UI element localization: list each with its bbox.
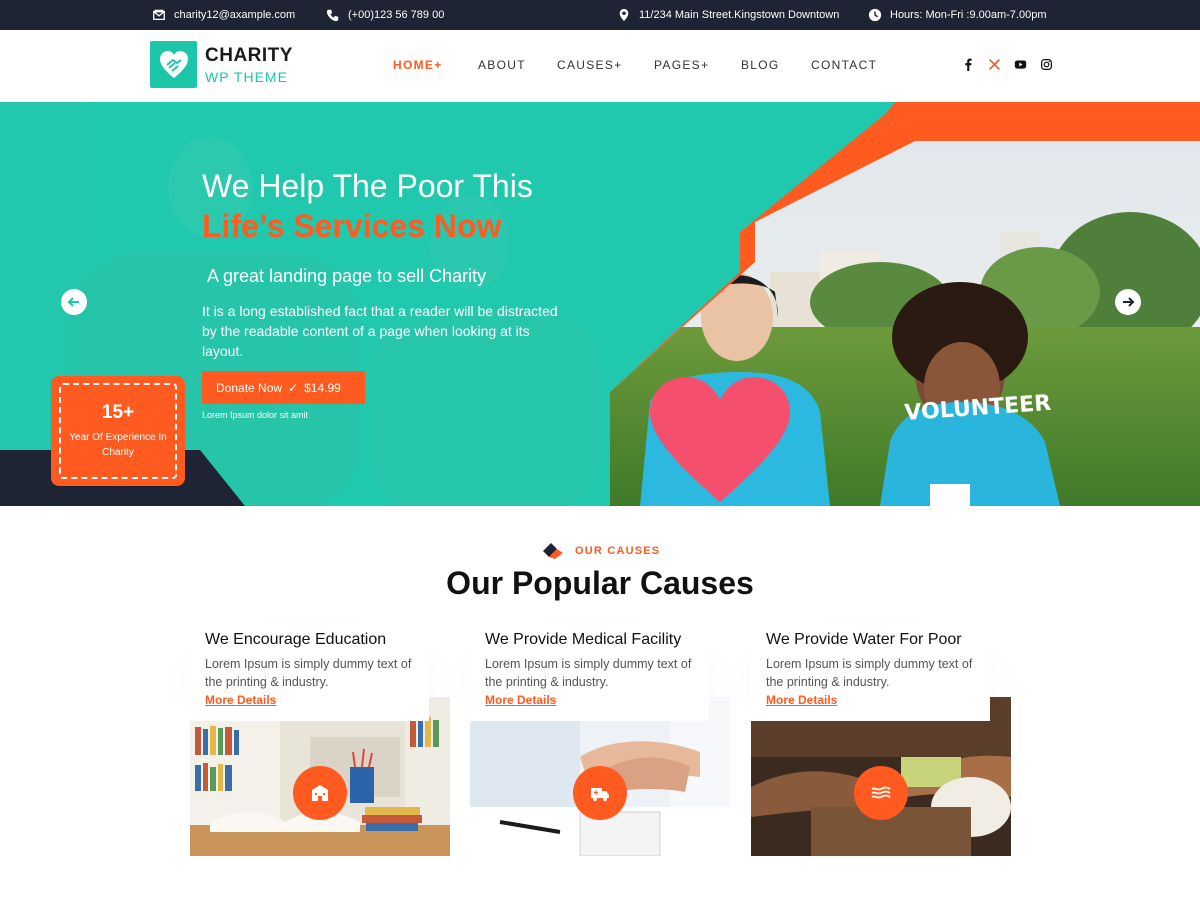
email-contact[interactable]: charity12@axample.com [152,0,295,30]
experience-number: 15+ [101,402,135,423]
card-description: Lorem Ipsum is simply dummy text of the … [205,657,412,689]
hours-info: Hours: Mon-Fri :9.00am-7.00pm [868,0,1047,30]
card-text: We Encourage Education Lorem Ipsum is si… [189,625,429,721]
nav-causes[interactable]: CAUSES+ [557,58,622,72]
hero-subtitle: A great landing page to sell Charity [207,266,487,286]
check-icon: ✓ [288,380,299,395]
experience-badge: 15+ Year Of Experience In Charity [51,376,185,486]
card-text: We Provide Water For Poor Lorem Ipsum is… [750,625,990,721]
school-icon[interactable] [293,766,347,820]
facebook-icon[interactable] [961,57,975,71]
arrow-right-icon [1123,297,1135,307]
donate-amount: $14.99 [304,380,341,395]
cause-card-water[interactable]: We Provide Water For Poor Lorem Ipsum is… [720,615,1020,856]
youtube-icon[interactable] [1013,57,1027,71]
donate-now-button[interactable]: Donate Now ✓ $14.99 [202,371,365,404]
instagram-icon[interactable] [1039,57,1053,71]
address-text: 11/234 Main Street.Kingstown Downtown [639,9,840,21]
experience-label: Year Of Experience In Charity [69,432,167,458]
ambulance-icon[interactable] [573,766,627,820]
x-icon[interactable] [987,57,1001,71]
site-header: CHARITY WP THEME HOME+ ABOUT CAUSES+ PAG… [0,30,1200,102]
section-tag: OUR CAUSES [541,541,660,561]
hours-text: Hours: Mon-Fri :9.00am-7.00pm [890,9,1047,21]
nav-contact[interactable]: CONTACT [811,58,877,72]
map-pin-icon [619,8,629,22]
cause-card-medical[interactable]: We Provide Medical Facility Lorem Ipsum … [439,615,739,856]
water-icon[interactable] [854,766,908,820]
top-bar: charity12@axample.com (+00)123 56 789 00… [0,0,1200,30]
cause-card-education[interactable]: We Encourage Education Lorem Ipsum is si… [159,615,459,856]
phone-text: (+00)123 56 789 00 [348,9,445,21]
card-title: We Encourage Education [205,631,387,648]
social-links [961,57,1053,73]
card-description: Lorem Ipsum is simply dummy text of the … [485,657,692,689]
more-details-link[interactable]: More Details [766,693,974,707]
card-title: We Provide Water For Poor [766,631,962,648]
card-text: We Provide Medical Facility Lorem Ipsum … [469,625,709,721]
more-details-link[interactable]: More Details [205,693,413,707]
nav-blog[interactable]: BLOG [741,58,780,72]
arrow-left-icon [67,297,79,307]
section-title: Our Popular Causes [446,565,754,601]
nav-about[interactable]: ABOUT [478,58,526,72]
hero-small-text: Lorem Ipsum dolor sit amit [202,410,309,420]
nav-pages[interactable]: PAGES+ [654,58,709,72]
envelope-icon [153,9,165,21]
address-contact: 11/234 Main Street.Kingstown Downtown [617,0,839,30]
tag-diamond-icon [543,543,563,559]
more-details-link[interactable]: More Details [485,693,693,707]
slider-next-button[interactable] [1115,289,1141,315]
hero-title-line2: Life’s Services Now [202,208,502,244]
email-text: charity12@axample.com [174,9,296,21]
nav-home[interactable]: HOME+ [393,58,443,72]
hero-description: It is a long established fact that a rea… [202,303,558,359]
donate-label: Donate Now [216,380,283,395]
slider-prev-button[interactable] [61,289,87,315]
section-tag-text: OUR CAUSES [575,545,661,557]
card-title: We Provide Medical Facility [485,631,682,648]
card-description: Lorem Ipsum is simply dummy text of the … [766,657,973,689]
phone-icon [326,9,339,22]
hero-title-line1: We Help The Poor This [202,168,533,204]
phone-contact[interactable]: (+00)123 56 789 00 [326,0,444,30]
clock-icon [868,8,882,22]
